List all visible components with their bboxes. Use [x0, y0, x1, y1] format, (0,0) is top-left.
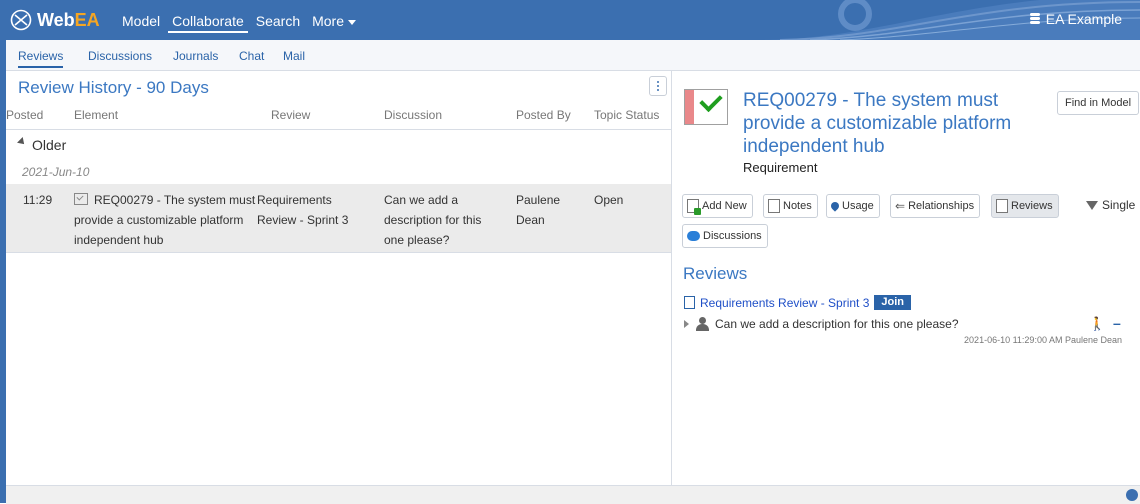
tab-discussions[interactable]: Discussions: [88, 49, 152, 63]
relationships-icon: ⇐: [895, 199, 906, 213]
top-nav: Model Collaborate Search More: [118, 11, 360, 33]
person-icon: [695, 317, 709, 331]
database-icon: [1029, 13, 1040, 25]
minus-icon[interactable]: –: [1113, 315, 1121, 331]
sub-nav: Reviews Discussions Journals Chat Mail: [6, 40, 1140, 71]
relationships-button[interactable]: ⇐ Relationships: [890, 194, 981, 218]
cell-review: Requirements Review - Sprint 3: [257, 193, 349, 227]
notes-icon: [768, 199, 780, 213]
nav-more[interactable]: More: [308, 11, 360, 33]
discussions-button[interactable]: Discussions: [682, 224, 768, 248]
reviews-icon: [996, 199, 1008, 213]
col-posted-by[interactable]: Posted By: [516, 108, 571, 122]
more-icon: [348, 19, 357, 25]
date-group-label: 2021-Jun-10: [22, 165, 90, 179]
add-new-icon: [687, 199, 701, 215]
discussion-meta: 2021-06-10 11:29:00 AM Paulene Dean: [964, 335, 1122, 345]
webea-logo-icon: [10, 9, 32, 31]
review-item: Requirements Review - Sprint 3 Join: [684, 295, 912, 310]
col-discussion[interactable]: Discussion: [384, 108, 442, 122]
status-icon[interactable]: [1126, 489, 1138, 501]
notes-button[interactable]: Notes: [763, 194, 818, 218]
tab-mail[interactable]: Mail: [283, 49, 305, 63]
cell-posted: 11:29: [23, 193, 53, 207]
tab-reviews[interactable]: Reviews: [18, 49, 64, 68]
discussions-icon: [687, 231, 700, 241]
top-bar: WebEA Model Collaborate Search More EA E…: [0, 0, 1140, 40]
nav-collaborate[interactable]: Collaborate: [168, 11, 248, 33]
kebab-menu-icon[interactable]: [649, 76, 667, 96]
review-history-panel: Review History - 90 Days Posted Element …: [6, 71, 672, 485]
col-topic-status[interactable]: Topic Status: [594, 108, 659, 122]
walk-icon[interactable]: 🚶: [1089, 316, 1105, 332]
col-element[interactable]: Element: [74, 108, 118, 122]
element-type: Requirement: [743, 160, 818, 175]
review-link[interactable]: Requirements Review - Sprint 3: [700, 296, 869, 310]
single-filter[interactable]: Single: [1086, 198, 1135, 212]
element-title: REQ00279 - The system must provide a cus…: [743, 90, 1012, 157]
cell-posted-by: Paulene Dean: [516, 193, 561, 227]
nav-model[interactable]: Model: [118, 11, 164, 33]
requirement-icon: [684, 88, 728, 125]
usage-button[interactable]: Usage: [826, 194, 880, 218]
discussion-item: Can we add a description for this one pl…: [684, 317, 959, 331]
reviews-heading: Reviews: [683, 264, 748, 283]
cell-status: Open: [594, 193, 624, 207]
table-header: Posted Element Review Discussion Posted …: [6, 103, 671, 130]
add-new-button[interactable]: Add New: [682, 194, 753, 218]
model-name: EA Example: [1045, 11, 1122, 27]
status-bar: [6, 485, 1140, 504]
element-detail-panel: REQ00279 - The system must provide a cus…: [672, 71, 1140, 485]
col-posted[interactable]: Posted: [6, 108, 43, 122]
group-row-older[interactable]: Older: [6, 129, 671, 157]
review-doc-icon: [684, 296, 695, 309]
col-review[interactable]: Review: [271, 108, 310, 122]
nav-search[interactable]: Search: [252, 11, 304, 33]
discussion-text: Can we add a description for this one pl…: [715, 317, 959, 331]
cell-element[interactable]: REQ00279 - The system must provide a cus…: [74, 190, 264, 250]
join-button[interactable]: Join: [874, 295, 912, 310]
element-icon: [74, 193, 88, 205]
webea-logo[interactable]: WebEA: [10, 8, 100, 32]
logo-text: WebEA: [37, 9, 100, 30]
tab-journals[interactable]: Journals: [173, 49, 218, 63]
find-in-model-button[interactable]: Find in Model: [1057, 91, 1140, 115]
expander-icon[interactable]: [684, 320, 689, 328]
cell-discussion: Can we add a description for this one pl…: [384, 193, 482, 247]
collapse-icon[interactable]: [17, 137, 27, 147]
group-label: Older: [32, 137, 67, 153]
panel-title: Review History - 90 Days: [18, 78, 209, 97]
reviews-button[interactable]: Reviews: [991, 194, 1059, 218]
tab-chat[interactable]: Chat: [239, 49, 264, 63]
table-row[interactable]: 11:29 REQ00279 - The system must provide…: [6, 184, 671, 253]
filter-icon: [1086, 200, 1098, 210]
model-selector[interactable]: EA Example: [1029, 11, 1122, 27]
usage-icon: [829, 200, 841, 212]
